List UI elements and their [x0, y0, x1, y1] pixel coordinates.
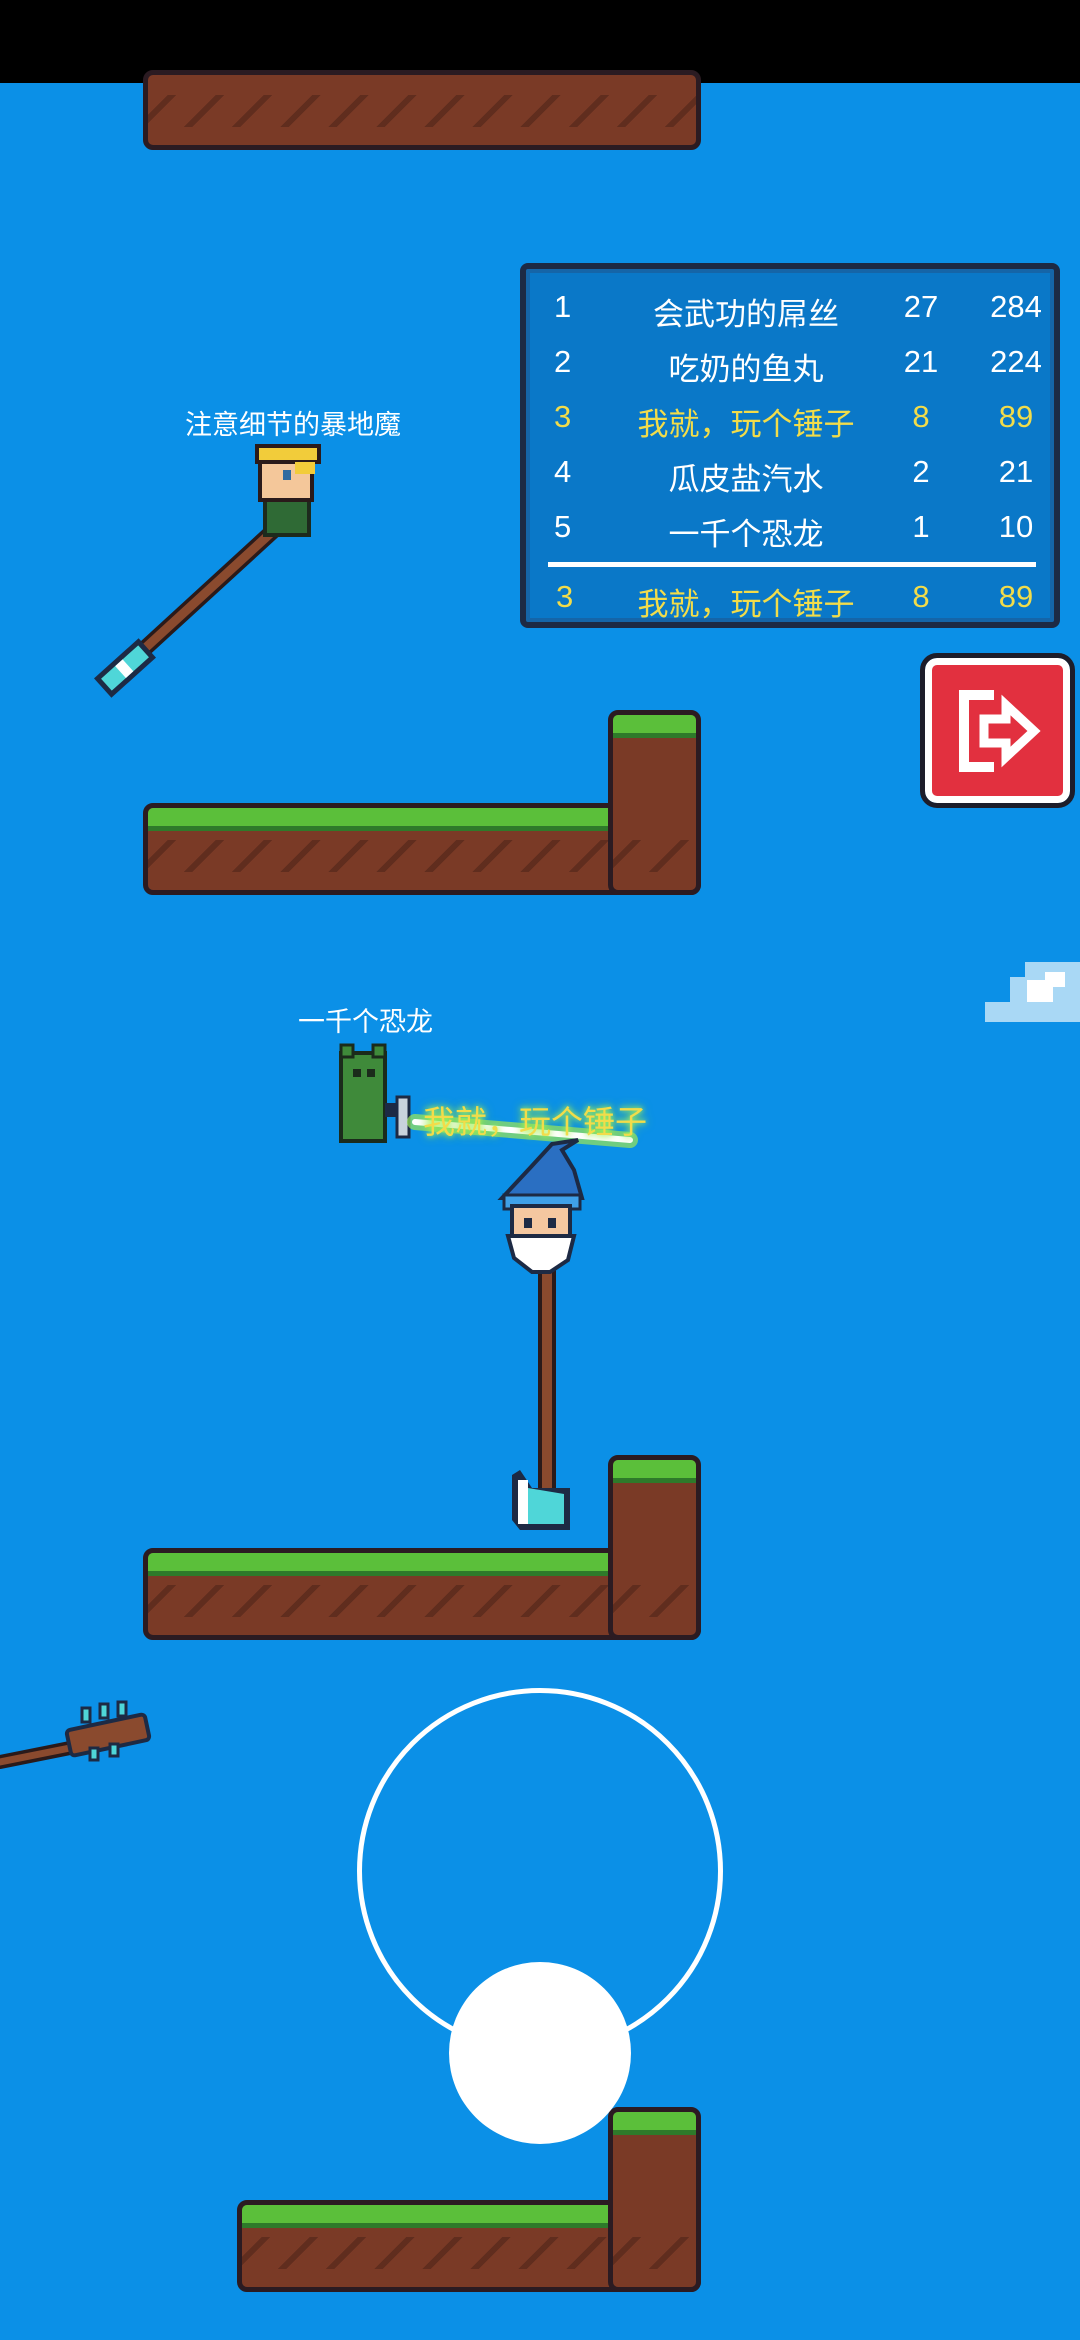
kills: 1 [912, 509, 930, 544]
player-name: 会武功的屌丝 [653, 297, 839, 332]
player-character [94, 444, 321, 698]
rank: 2 [554, 344, 572, 379]
leaderboard-row: 4 瓜皮盐汽水 2 21 [526, 444, 1054, 499]
rank: 3 [554, 399, 572, 434]
player-name: 吃奶的鱼丸 [668, 352, 824, 387]
player-name-label: 一千个恐龙 [298, 1007, 433, 1037]
self-name-label: 我就，玩个锤子 [423, 1104, 648, 1140]
exit-button[interactable] [920, 653, 1075, 808]
kills: 27 [903, 289, 939, 324]
cloud [985, 962, 1080, 1022]
score: 284 [990, 289, 1042, 324]
player-name: 一千个恐龙 [668, 517, 824, 552]
leaderboard: 1 会武功的屌丝 27 284 2 吃奶的鱼丸 21 224 3 我就，玩个锤子… [520, 263, 1060, 628]
leaderboard-row: 2 吃奶的鱼丸 21 224 [526, 334, 1054, 389]
rank: 5 [554, 509, 572, 544]
score: 10 [998, 509, 1034, 544]
leaderboard-row-self: 3 我就，玩个锤子 8 89 [526, 389, 1054, 444]
score: 89 [998, 399, 1034, 434]
player-name-label: 注意细节的暴地魔 [185, 410, 401, 440]
leaderboard-row: 5 一千个恐龙 1 10 [526, 499, 1054, 554]
score: 89 [998, 579, 1034, 614]
kills: 21 [903, 344, 939, 379]
leaderboard-self-summary: 3 我就，玩个锤子 8 89 [526, 569, 1054, 624]
player-name: 瓜皮盐汽水 [668, 462, 824, 497]
player-name: 我就，玩个锤子 [637, 587, 855, 622]
kills: 2 [912, 454, 930, 489]
player-name: 我就，玩个锤子 [637, 407, 855, 442]
kills: 8 [912, 399, 930, 434]
score: 224 [990, 344, 1042, 379]
player-character [339, 1043, 411, 1143]
kills: 8 [912, 579, 930, 614]
self-character [497, 1138, 585, 1530]
rank: 4 [554, 454, 572, 489]
leaderboard-row: 1 会武功的屌丝 27 284 [526, 279, 1054, 334]
exit-icon [959, 690, 1041, 772]
joystick-knob[interactable] [449, 1962, 631, 2144]
spiked-club [0, 1700, 152, 1769]
leaderboard-divider [548, 562, 1036, 567]
rank: 1 [554, 289, 572, 324]
rank: 3 [556, 579, 574, 614]
score: 21 [998, 454, 1034, 489]
